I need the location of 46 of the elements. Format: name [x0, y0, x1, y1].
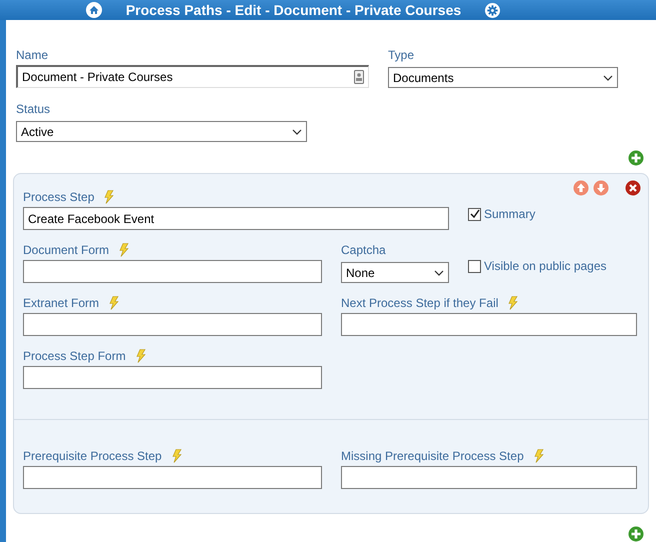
- checkmark-icon: [470, 209, 480, 219]
- select-field[interactable]: Documents: [388, 67, 618, 88]
- dropdown-caret-icon: [292, 128, 302, 134]
- move-down-icon[interactable]: [593, 180, 609, 196]
- text-field[interactable]: Document - Private Courses: [16, 65, 369, 88]
- field-label: Status: [16, 102, 50, 116]
- dropdown-caret-icon: [603, 74, 613, 80]
- lightning-icon[interactable]: [136, 349, 146, 363]
- field-label: Extranet Form: [23, 296, 100, 310]
- lightning-icon[interactable]: [119, 243, 130, 257]
- field-label: Next Process Step if they Fail: [341, 296, 498, 310]
- lightning-icon[interactable]: [109, 296, 120, 310]
- checkbox[interactable]: [468, 260, 481, 272]
- lightning-icon[interactable]: [508, 296, 518, 310]
- field-label: Captcha: [341, 243, 386, 257]
- field-label: Document Form: [23, 243, 110, 257]
- text-field[interactable]: [23, 466, 322, 489]
- field-label: Missing Prerequisite Process Step: [341, 449, 524, 463]
- dropdown-caret-icon: [434, 270, 444, 276]
- field-label: Process Step Form: [23, 349, 126, 363]
- text-field[interactable]: Create Facebook Event: [23, 207, 449, 230]
- window-title: Process Paths - Edit - Document - Private Courses: [126, 0, 462, 20]
- field-label: Name: [16, 48, 48, 62]
- home-icon[interactable]: [86, 2, 102, 18]
- checkbox[interactable]: [468, 208, 481, 220]
- text-field[interactable]: [341, 466, 637, 489]
- text-field[interactable]: [23, 313, 322, 336]
- text-field[interactable]: [23, 260, 322, 283]
- text-field[interactable]: [341, 313, 637, 336]
- text-field[interactable]: [23, 366, 322, 389]
- select-field[interactable]: None: [341, 262, 449, 283]
- lightning-icon[interactable]: [534, 449, 544, 463]
- lightning-icon[interactable]: [172, 449, 182, 463]
- add-icon[interactable]: [628, 150, 644, 166]
- move-up-icon[interactable]: [573, 180, 589, 196]
- field-label: Prerequisite Process Step: [23, 449, 162, 463]
- close-icon[interactable]: [625, 180, 641, 196]
- settings-icon[interactable]: [485, 2, 500, 18]
- select-field[interactable]: Active: [16, 121, 307, 142]
- contact-card-icon[interactable]: [354, 70, 364, 84]
- checkbox-label: Summary: [484, 207, 536, 221]
- field-label: Type: [388, 48, 414, 62]
- field-label: Process Step: [23, 190, 94, 204]
- lightning-icon[interactable]: [104, 190, 114, 204]
- add-icon[interactable]: [628, 526, 644, 542]
- checkbox-label: Visible on public pages: [484, 259, 607, 273]
